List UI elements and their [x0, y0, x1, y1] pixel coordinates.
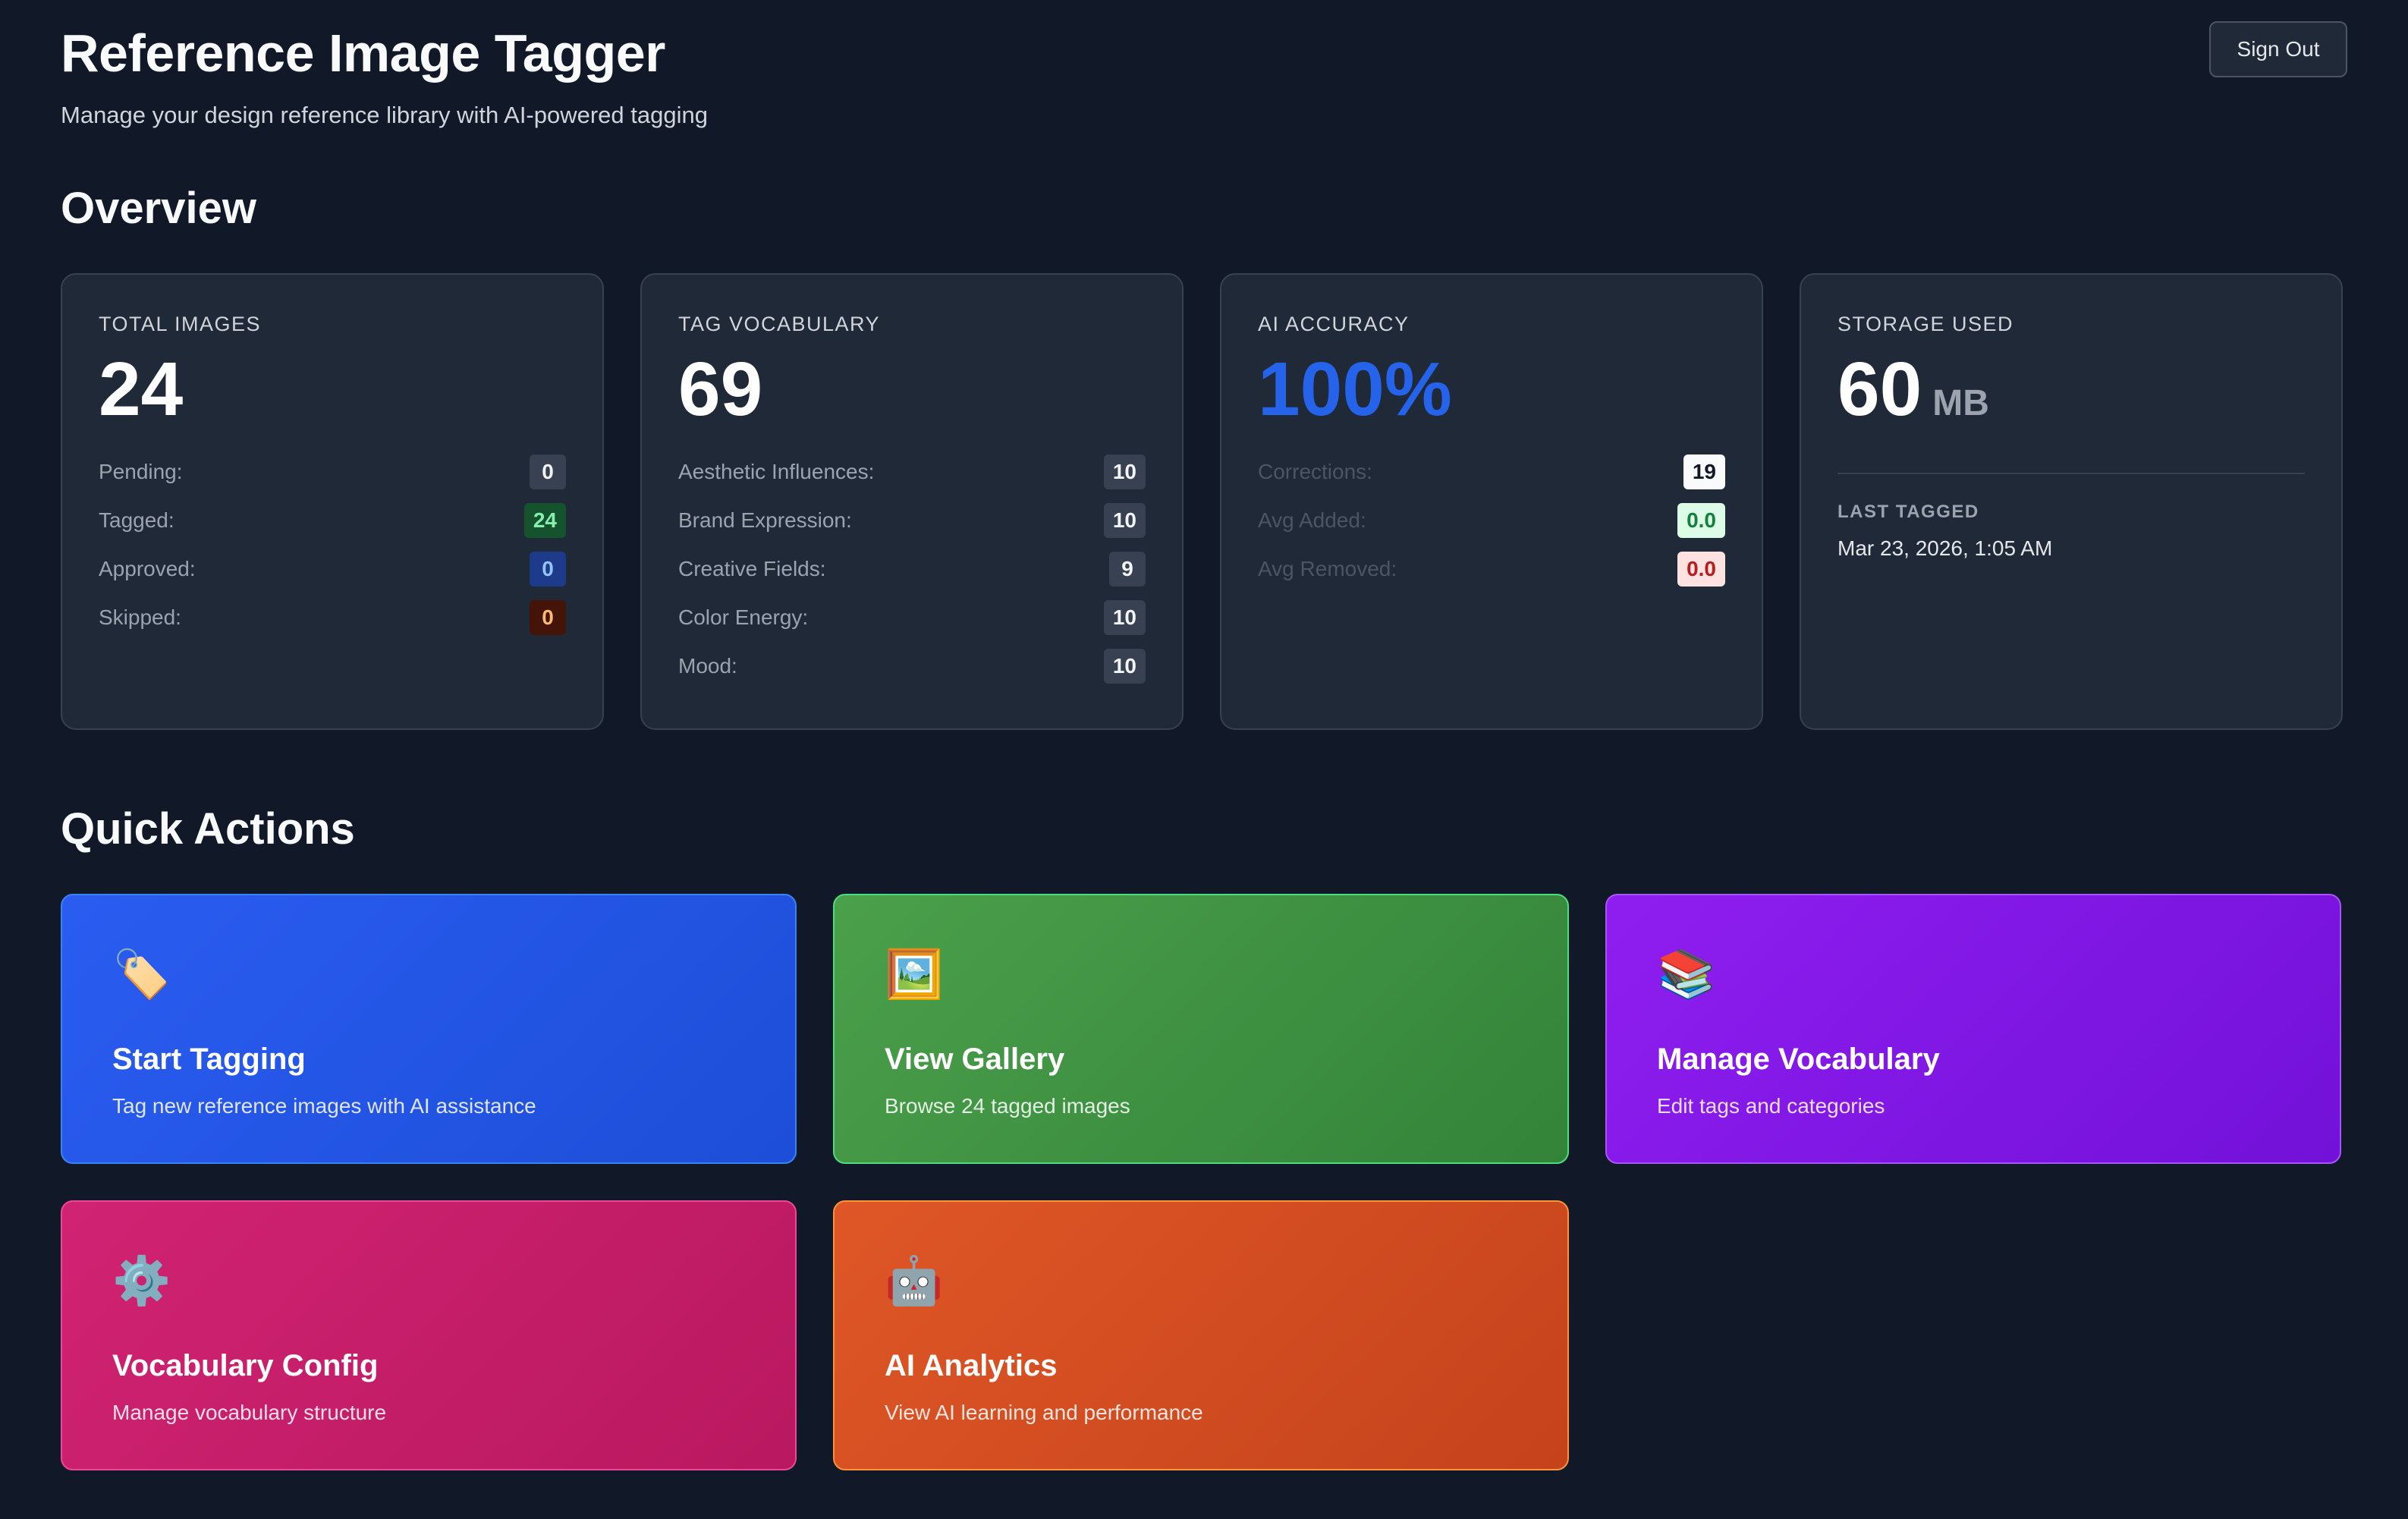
stat-row-corrections: Corrections: 19 [1258, 448, 1725, 496]
row-label: Mood: [678, 654, 737, 678]
row-label: Tagged: [99, 508, 174, 532]
count-badge: 0 [530, 552, 566, 587]
action-description: Tag new reference images with AI assista… [112, 1094, 536, 1118]
row-label: Approved: [99, 557, 196, 580]
count-badge: 0.0 [1677, 552, 1725, 587]
row-label: Brand Expression: [678, 508, 852, 532]
quick-actions-title: Quick Actions [61, 804, 355, 854]
books-icon: 📚 [1657, 948, 1716, 1001]
stat-row-tagged: Tagged: 24 [99, 496, 566, 545]
action-description: Edit tags and categories [1657, 1094, 1885, 1118]
manage-vocabulary-card[interactable]: 📚 Manage Vocabulary Edit tags and catego… [1605, 894, 2341, 1164]
app-title: Reference Image Tagger [61, 24, 665, 83]
dashboard-page: Reference Image Tagger Manage your desig… [0, 0, 2408, 1519]
stat-label: TOTAL IMAGES [99, 313, 262, 335]
count-badge: 0 [530, 454, 566, 489]
stat-value: 24 [99, 347, 184, 432]
storage-used-card: STORAGE USED 60 MB LAST TAGGED Mar 23, 20… [1800, 273, 2343, 730]
stat-label: TAG VOCABULARY [678, 313, 881, 335]
stat-label: AI ACCURACY [1258, 313, 1410, 335]
count-badge: 24 [523, 503, 566, 538]
stat-value: 69 [678, 347, 763, 432]
stat-row-pending: Pending: 0 [99, 448, 566, 496]
tag-icon: 🏷️ [112, 948, 171, 1001]
tag-vocabulary-card: TAG VOCABULARY 69 Aesthetic Influences: … [640, 273, 1184, 730]
stat-value: 100% [1258, 347, 1452, 432]
count-badge: 10 [1103, 600, 1146, 635]
quick-actions-grid: 🏷️ Start Tagging Tag new reference image… [61, 894, 2347, 1470]
robot-icon: 🤖 [885, 1255, 944, 1307]
row-label: Aesthetic Influences: [678, 460, 875, 483]
stat-row-aesthetic-influences: Aesthetic Influences: 10 [678, 448, 1146, 496]
action-description: Manage vocabulary structure [112, 1401, 387, 1424]
total-images-card: TOTAL IMAGES 24 Pending: 0 Tagged: 24 Ap… [61, 273, 604, 730]
count-badge: 10 [1103, 454, 1146, 489]
stat-row-avg-added: Avg Added: 0.0 [1258, 496, 1725, 545]
action-title: Manage Vocabulary [1657, 1043, 1940, 1076]
stat-row-color-energy: Color Energy: 10 [678, 593, 1146, 642]
last-tagged-label: LAST TAGGED [1837, 502, 1979, 522]
start-tagging-card[interactable]: 🏷️ Start Tagging Tag new reference image… [61, 894, 797, 1164]
row-label: Corrections: [1258, 460, 1372, 483]
stat-rows: Aesthetic Influences: 10 Brand Expressio… [678, 448, 1146, 690]
action-title: Start Tagging [112, 1043, 306, 1076]
count-badge: 0 [530, 600, 566, 635]
storage-number: 60 [1837, 347, 1922, 432]
page-header: Reference Image Tagger Manage your desig… [61, 0, 2347, 150]
count-badge: 10 [1103, 649, 1146, 684]
divider [1837, 473, 2305, 474]
stat-rows: Pending: 0 Tagged: 24 Approved: 0 Skippe… [99, 448, 566, 642]
count-badge: 0.0 [1677, 503, 1725, 538]
row-label: Skipped: [99, 605, 181, 629]
storage-unit: MB [1932, 383, 1989, 423]
stat-row-skipped: Skipped: 0 [99, 593, 566, 642]
row-label: Avg Removed: [1258, 557, 1397, 580]
sign-out-button[interactable]: Sign Out [2209, 21, 2347, 77]
action-description: Browse 24 tagged images [885, 1094, 1130, 1118]
stat-row-approved: Approved: 0 [99, 545, 566, 593]
count-badge: 19 [1683, 454, 1725, 489]
stat-row-avg-removed: Avg Removed: 0.0 [1258, 545, 1725, 593]
framed-picture-icon: 🖼️ [885, 948, 944, 1001]
action-title: AI Analytics [885, 1349, 1058, 1382]
row-label: Avg Added: [1258, 508, 1366, 532]
overview-title: Overview [61, 184, 256, 233]
row-label: Pending: [99, 460, 183, 483]
ai-accuracy-card: AI ACCURACY 100% Corrections: 19 Avg Add… [1220, 273, 1763, 730]
app-subtitle: Manage your design reference library wit… [61, 102, 708, 128]
stat-row-mood: Mood: 10 [678, 642, 1146, 690]
action-title: Vocabulary Config [112, 1349, 379, 1382]
stat-value: 60 MB [1837, 348, 2305, 445]
action-title: View Gallery [885, 1043, 1065, 1076]
stat-rows: Corrections: 19 Avg Added: 0.0 Avg Remov… [1258, 448, 1725, 593]
count-badge: 9 [1109, 552, 1146, 587]
view-gallery-card[interactable]: 🖼️ View Gallery Browse 24 tagged images [833, 894, 1569, 1164]
row-label: Creative Fields: [678, 557, 826, 580]
last-tagged-value: Mar 23, 2026, 1:05 AM [1837, 536, 2053, 560]
row-label: Color Energy: [678, 605, 809, 629]
ai-analytics-card[interactable]: 🤖 AI Analytics View AI learning and perf… [833, 1200, 1569, 1470]
stat-row-creative-fields: Creative Fields: 9 [678, 545, 1146, 593]
stat-label: STORAGE USED [1837, 313, 2014, 335]
vocabulary-config-card[interactable]: ⚙️ Vocabulary Config Manage vocabulary s… [61, 1200, 797, 1470]
gear-icon: ⚙️ [112, 1255, 171, 1307]
count-badge: 10 [1103, 503, 1146, 538]
stat-row-brand-expression: Brand Expression: 10 [678, 496, 1146, 545]
overview-stats: TOTAL IMAGES 24 Pending: 0 Tagged: 24 Ap… [61, 273, 2347, 730]
action-description: View AI learning and performance [885, 1401, 1203, 1424]
